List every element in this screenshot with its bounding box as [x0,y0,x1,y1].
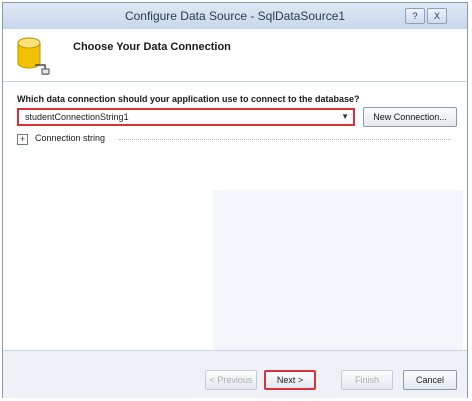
previous-button[interactable]: < Previous [205,370,257,390]
wizard-footer: < Previous Next > Finish Cancel [3,350,467,398]
new-connection-button[interactable]: New Connection... [363,107,457,127]
page-title: Choose Your Data Connection [73,41,231,53]
finish-button[interactable]: Finish [341,370,393,390]
connection-select-value: studentConnectionString1 [25,112,129,122]
next-button[interactable]: Next > [264,370,316,390]
database-connection-icon [17,37,50,75]
cancel-button[interactable]: Cancel [403,370,457,390]
wizard-header: Choose Your Data Connection [3,29,467,82]
wizard-body: Which data connection should your applic… [3,82,467,350]
connection-select[interactable]: studentConnectionString1 ▼ [17,108,355,126]
configure-data-source-dialog: Configure Data Source - SqlDataSource1 ?… [2,2,468,398]
chevron-down-icon[interactable]: ▼ [341,110,349,124]
expand-plus-icon[interactable]: + [17,134,28,145]
close-button[interactable]: X [427,8,447,24]
background-overlay [213,190,463,350]
help-button[interactable]: ? [405,8,425,24]
connection-question: Which data connection should your applic… [17,94,360,104]
divider [119,139,451,140]
connection-string-label: Connection string [35,133,106,143]
window-title: Configure Data Source - SqlDataSource1 [124,9,346,23]
title-bar: Configure Data Source - SqlDataSource1 ?… [3,3,467,30]
connection-string-row: + Connection string [17,133,457,147]
